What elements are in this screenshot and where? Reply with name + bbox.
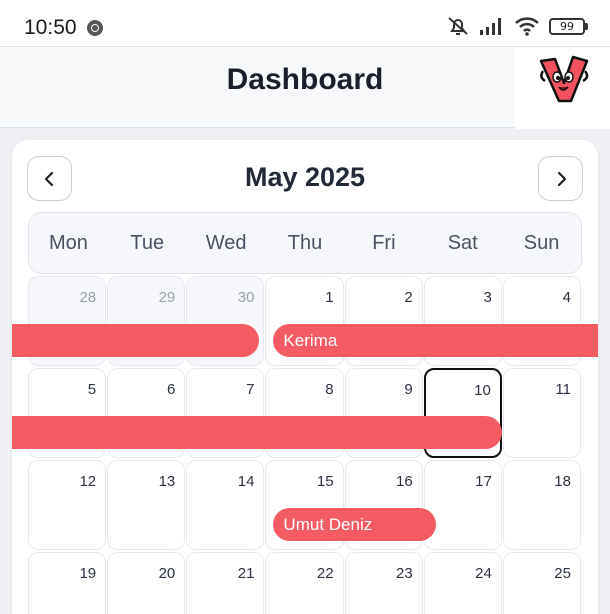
battery-icon: 99	[549, 17, 588, 35]
day-number: 29	[158, 289, 176, 306]
event-bar[interactable]: Umut Deniz	[273, 508, 436, 541]
day-number: 2	[404, 289, 413, 306]
day-number: 28	[79, 289, 97, 306]
signal-icon	[479, 16, 505, 36]
app-header: Dashboard	[0, 46, 610, 129]
calendar-grid: Mon Tue Wed Thu Fri Sat Sun 28 29 30 1 2 3 4 Ke…	[12, 212, 598, 614]
day-number: 18	[554, 473, 571, 490]
day-number: 6	[166, 381, 176, 398]
day-number: 14	[237, 473, 255, 490]
day-number: 20	[158, 565, 176, 582]
calendar-day[interactable]: 20	[107, 552, 186, 614]
event-bar[interactable]	[12, 416, 502, 449]
day-number: 21	[237, 565, 255, 582]
calendar-day[interactable]: 24	[423, 552, 502, 614]
calendar-week-row: 28 29 30 1 2 3 4 Kerima	[12, 276, 598, 368]
calendar-day[interactable]: 17	[423, 460, 502, 550]
status-bar: 10:50 99	[0, 0, 610, 46]
calendar-day[interactable]: 25	[502, 552, 581, 614]
weekday-label: Thu	[287, 232, 323, 254]
day-number: 23	[396, 565, 413, 582]
status-icons: 99	[446, 14, 588, 38]
calendar-week-row: 12 13 14 15 16 17 18 Umut Deniz	[28, 460, 582, 552]
day-number: 9	[404, 381, 413, 398]
calendar-week-row: 19 20 21 22 23 24 25	[28, 552, 582, 614]
day-number: 13	[158, 473, 176, 490]
chrome-icon	[87, 20, 103, 36]
next-month-button[interactable]	[538, 156, 583, 201]
calendar-day[interactable]: 14	[186, 460, 265, 550]
day-number: 24	[475, 565, 492, 582]
day-number: 10	[474, 382, 491, 399]
calendar-card: May 2025 Mon Tue Wed Thu Fri Sat Sun 28 2…	[12, 140, 598, 614]
day-number: 30	[237, 289, 255, 306]
calendar-day[interactable]: 18	[502, 460, 581, 550]
calendar-week-row: 5 6 7 8 9 10 11	[12, 368, 582, 460]
day-number: 8	[325, 381, 334, 398]
event-bar[interactable]	[12, 324, 260, 357]
calendar-day[interactable]: 12	[28, 460, 107, 550]
day-number: 12	[79, 473, 97, 490]
calendar-day[interactable]: 13	[107, 460, 186, 550]
day-number: 3	[483, 289, 492, 306]
mute-icon	[446, 14, 470, 38]
day-number: 16	[396, 473, 413, 490]
calendar-day[interactable]: 21	[186, 552, 265, 614]
day-number: 5	[87, 381, 97, 398]
day-number: 15	[316, 473, 334, 490]
day-number: 7	[246, 381, 255, 398]
wifi-icon	[514, 15, 540, 37]
day-number: 19	[79, 565, 97, 582]
calendar-day[interactable]: 22	[265, 552, 344, 614]
v-mascot-logo[interactable]	[515, 47, 610, 129]
calendar-day[interactable]: 23	[344, 552, 423, 614]
chevron-right-icon	[557, 171, 566, 186]
weekday-label: Mon	[48, 232, 88, 254]
event-bar[interactable]: Kerima	[273, 324, 598, 357]
day-number: 4	[562, 289, 571, 306]
calendar-weeks: 28 29 30 1 2 3 4 Kerima 5 6 7 8 9 10 11 12 13 14 15 16 17 18 U…	[12, 276, 598, 614]
weekday-label: Tue	[130, 232, 165, 254]
battery-level: 99	[549, 17, 585, 35]
day-number: 17	[475, 473, 492, 490]
weekday-header: Mon Tue Wed Thu Fri Sat Sun	[28, 212, 582, 274]
weekday-label: Sun	[523, 232, 560, 254]
calendar-day[interactable]: 19	[28, 552, 107, 614]
status-time: 10:50	[24, 16, 77, 39]
weekday-label: Sat	[447, 232, 478, 254]
weekday-label: Fri	[372, 232, 396, 254]
day-number: 11	[555, 381, 571, 398]
day-number: 22	[316, 565, 334, 582]
weekday-label: Wed	[205, 232, 247, 254]
day-number: 25	[554, 565, 571, 582]
month-label: May 2025	[244, 162, 366, 192]
calendar-day[interactable]: 11	[502, 368, 581, 458]
day-number: 1	[325, 289, 334, 306]
